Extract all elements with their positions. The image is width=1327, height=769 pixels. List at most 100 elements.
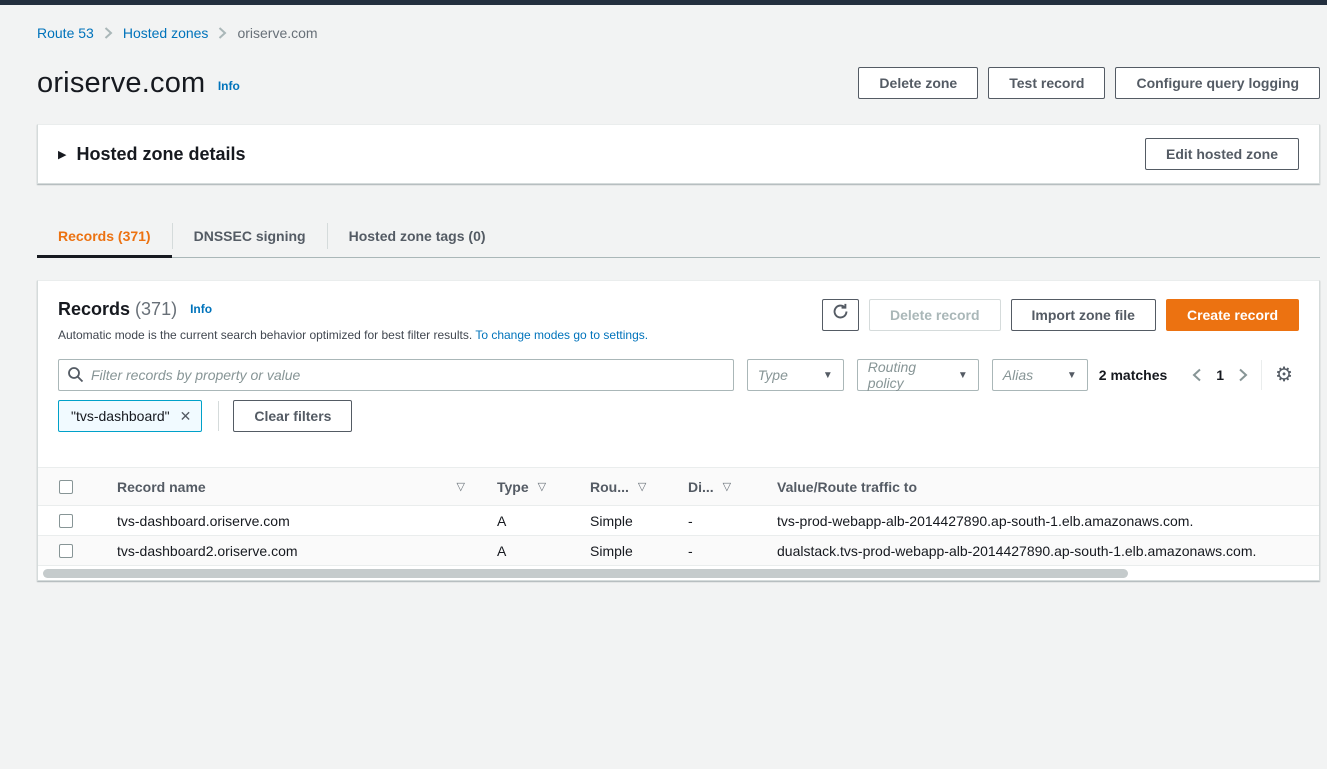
table-row[interactable]: tvs-dashboard2.oriserve.com A Simple - d…: [38, 536, 1319, 566]
chevron-right-icon: [218, 27, 227, 39]
type-dropdown[interactable]: Type ▼: [747, 359, 844, 391]
search-icon: [67, 366, 84, 388]
record-type-cell: A: [477, 513, 570, 529]
column-header-record-name[interactable]: Record name ▽: [97, 479, 477, 495]
caret-down-icon: ▼: [1067, 370, 1077, 381]
record-name-value: tvs-dashboard2.oriserve.com: [117, 543, 298, 559]
search-input[interactable]: [58, 359, 734, 391]
records-panel-header: Records (371) Info Automatic mode is the…: [38, 299, 1319, 342]
table-row[interactable]: tvs-dashboard.oriserve.com A Simple - tv…: [38, 506, 1319, 536]
sort-icon[interactable]: ▽: [638, 480, 646, 493]
title-info-link[interactable]: Info: [218, 79, 240, 93]
routing-policy-dropdown[interactable]: Routing policy ▼: [857, 359, 979, 391]
record-name-header-label: Record name: [117, 479, 206, 495]
delete-zone-button[interactable]: Delete zone: [858, 67, 978, 99]
previous-page-button[interactable]: [1192, 368, 1202, 382]
row-select-cell: [38, 514, 97, 528]
clear-filters-button[interactable]: Clear filters: [233, 400, 352, 432]
import-zone-file-button[interactable]: Import zone file: [1011, 299, 1156, 331]
column-header-routing[interactable]: Rou... ▽: [570, 479, 668, 495]
tab-hosted-zone-tags[interactable]: Hosted zone tags (0): [328, 218, 507, 257]
type-header-label: Type: [497, 479, 529, 495]
match-count: 2 matches: [1099, 367, 1167, 383]
hosted-zone-details-expander[interactable]: ▶ Hosted zone details: [58, 144, 246, 165]
alias-dropdown[interactable]: Alias ▼: [992, 359, 1088, 391]
column-header-type[interactable]: Type ▽: [477, 479, 570, 495]
select-all-cell: [38, 480, 97, 494]
differentiator-header-label: Di...: [688, 479, 714, 495]
row-checkbox[interactable]: [59, 544, 73, 558]
preferences-gear-icon[interactable]: ⚙: [1275, 365, 1293, 385]
search-filter-row: Type ▼ Routing policy ▼ Alias ▼ 2 matche…: [38, 359, 1319, 391]
filter-token: "tvs-dashboard" ✕: [58, 400, 202, 432]
record-routing-cell: Simple: [570, 513, 668, 529]
edit-hosted-zone-button[interactable]: Edit hosted zone: [1145, 138, 1299, 170]
records-panel: Records (371) Info Automatic mode is the…: [37, 280, 1320, 581]
pagination: 1: [1192, 367, 1248, 383]
breadcrumb-route53-link[interactable]: Route 53: [37, 25, 94, 41]
next-page-button[interactable]: [1238, 368, 1248, 382]
toolbar-divider: [1261, 360, 1262, 390]
tab-dnssec-signing[interactable]: DNSSEC signing: [173, 218, 327, 257]
records-count: (371): [135, 299, 177, 319]
record-differentiator-cell: -: [668, 513, 758, 529]
change-modes-settings-link[interactable]: To change modes go to settings.: [475, 328, 648, 342]
hosted-zone-details-panel: ▶ Hosted zone details Edit hosted zone: [37, 124, 1320, 184]
page-title-group: oriserve.com Info: [37, 67, 240, 100]
filter-divider: [218, 401, 219, 431]
sort-icon[interactable]: ▽: [538, 480, 546, 493]
table-header-row: Record name ▽ Type ▽ Rou... ▽ Di... ▽ Va…: [38, 467, 1319, 506]
sort-icon[interactable]: ▽: [723, 480, 731, 493]
caret-down-icon: ▼: [823, 370, 833, 381]
current-page-number[interactable]: 1: [1216, 367, 1224, 383]
records-description-text: Automatic mode is the current search beh…: [58, 328, 472, 342]
refresh-button[interactable]: [822, 299, 859, 331]
breadcrumb: Route 53 Hosted zones oriserve.com: [37, 25, 1320, 41]
horizontal-scrollbar: [38, 567, 1319, 580]
record-type-cell: A: [477, 543, 570, 559]
test-record-button[interactable]: Test record: [988, 67, 1105, 99]
column-header-differentiator[interactable]: Di... ▽: [668, 479, 758, 495]
record-value-cell: tvs-prod-webapp-alb-2014427890.ap-south-…: [758, 513, 1319, 529]
records-action-buttons: Delete record Import zone file Create re…: [822, 299, 1299, 331]
breadcrumb-hosted-zones-link[interactable]: Hosted zones: [123, 25, 209, 41]
search-box: [58, 359, 734, 391]
value-header-label: Value/Route traffic to: [777, 479, 917, 495]
triangle-right-icon: ▶: [58, 148, 66, 161]
create-record-button[interactable]: Create record: [1166, 299, 1299, 331]
records-description: Automatic mode is the current search beh…: [58, 328, 648, 342]
record-routing-cell: Simple: [570, 543, 668, 559]
remove-filter-icon[interactable]: ✕: [180, 408, 192, 425]
page-content: Route 53 Hosted zones oriserve.com orise…: [0, 25, 1327, 581]
records-title: Records: [58, 299, 130, 319]
row-select-cell: [38, 544, 97, 558]
record-name-value: tvs-dashboard.oriserve.com: [117, 513, 290, 529]
record-differentiator-cell: -: [668, 543, 758, 559]
chevron-right-icon: [104, 27, 113, 39]
tab-bar: Records (371) DNSSEC signing Hosted zone…: [37, 218, 1320, 258]
page-header: oriserve.com Info Delete zone Test recor…: [37, 67, 1320, 100]
routing-header-label: Rou...: [590, 479, 629, 495]
row-checkbox[interactable]: [59, 514, 73, 528]
configure-query-logging-button[interactable]: Configure query logging: [1115, 67, 1320, 99]
filter-token-label: "tvs-dashboard": [71, 408, 170, 424]
delete-record-button[interactable]: Delete record: [869, 299, 1000, 331]
routing-policy-dropdown-label: Routing policy: [868, 359, 952, 391]
records-info-link[interactable]: Info: [190, 302, 212, 316]
alias-dropdown-label: Alias: [1003, 367, 1033, 383]
caret-down-icon: ▼: [958, 370, 968, 381]
refresh-icon: [832, 300, 849, 330]
select-all-checkbox[interactable]: [59, 480, 73, 494]
page-title: oriserve.com: [37, 67, 205, 99]
record-name-cell: tvs-dashboard.oriserve.com: [97, 513, 477, 529]
record-name-cell: tvs-dashboard2.oriserve.com: [97, 543, 477, 559]
record-value-cell: dualstack.tvs-prod-webapp-alb-2014427890…: [758, 543, 1319, 559]
records-title-group: Records (371) Info Automatic mode is the…: [58, 299, 648, 342]
horizontal-scrollbar-thumb[interactable]: [43, 569, 1128, 578]
console-top-bar: [0, 0, 1327, 5]
tab-records[interactable]: Records (371): [37, 218, 172, 257]
hosted-zone-details-title: Hosted zone details: [76, 144, 245, 165]
column-header-value: Value/Route traffic to: [758, 479, 1319, 495]
active-filters-row: "tvs-dashboard" ✕ Clear filters: [38, 400, 1319, 432]
sort-icon[interactable]: ▽: [457, 480, 465, 493]
